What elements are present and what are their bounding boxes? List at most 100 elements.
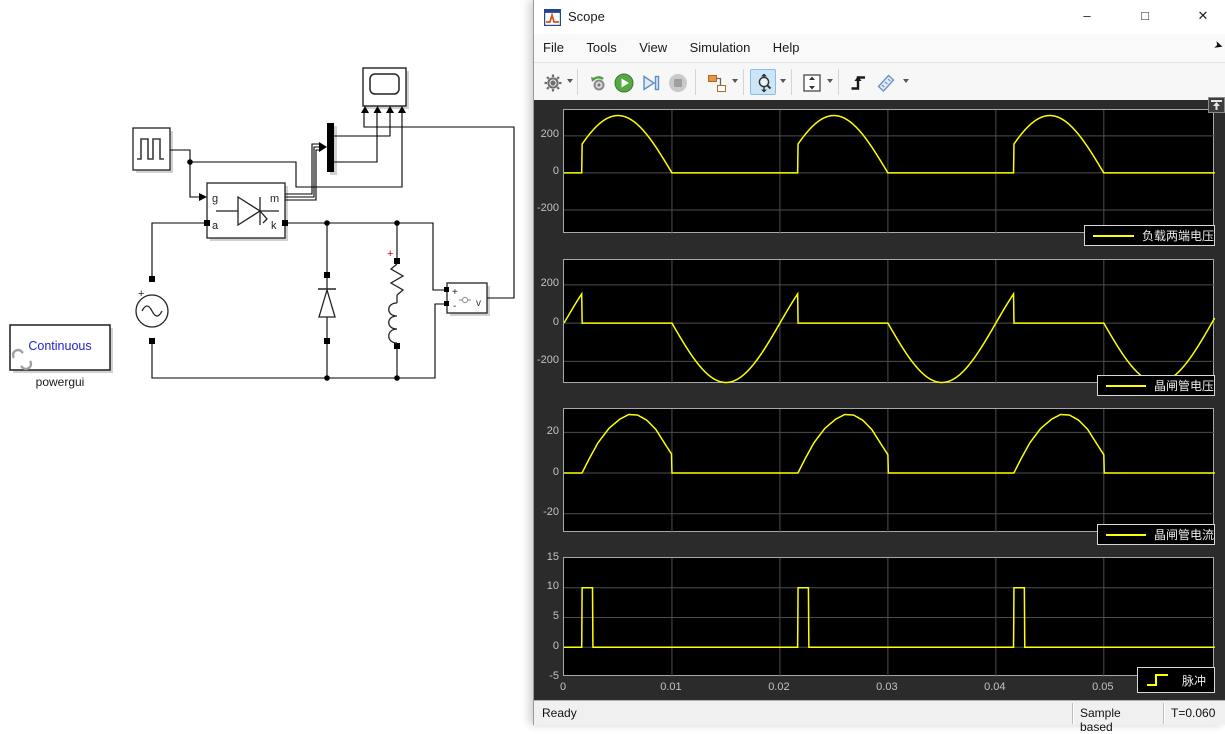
rl-plus-label: + <box>387 248 393 260</box>
rl-port-top <box>394 258 400 264</box>
trace-thyristor-current <box>564 413 1215 474</box>
thyristor-block[interactable]: g m a k <box>204 182 288 239</box>
hoist-button[interactable] <box>1208 97 1225 113</box>
menu-help[interactable]: Help <box>764 34 809 60</box>
port-label-g: g <box>212 193 218 205</box>
ac-voltage-source-block[interactable]: + <box>135 276 169 344</box>
diode-port-top <box>324 272 330 278</box>
wire-demux-out1 <box>334 113 391 137</box>
menu-view[interactable]: View <box>630 34 676 60</box>
measurements-caret[interactable] <box>903 79 909 83</box>
legend-text: 脉冲 <box>1182 673 1207 688</box>
gear-icon <box>544 74 562 92</box>
legend-thyristor-current: 晶闸管电流 <box>1097 524 1215 545</box>
demux-input-arrow <box>319 142 327 152</box>
source-port-bottom <box>149 338 155 344</box>
status-bar: Ready Sample based T=0.060 <box>534 700 1225 734</box>
y-tick-label: 10 <box>546 580 559 593</box>
x-tick-label: 0.02 <box>768 681 790 693</box>
y-tick-label: 15 <box>546 550 559 563</box>
y-tick-label: -20 <box>543 506 559 519</box>
close-button[interactable]: ✕ <box>1180 0 1225 32</box>
run-button[interactable] <box>610 69 636 95</box>
scope-plot-area: 负载两端电压 晶闸管电压 晶闸管电流 脉冲 200 0 -200 200 0 -200 20… <box>534 97 1225 700</box>
wire-cathode-rail <box>288 222 444 291</box>
waveform-load-voltage <box>564 110 1215 234</box>
stop-icon <box>669 74 687 92</box>
legend-thyristor-voltage: 晶闸管电压 <box>1097 375 1215 396</box>
y-tick-label: -200 <box>536 202 559 215</box>
zoom-y-icon <box>758 73 772 93</box>
stop-button[interactable] <box>664 69 690 95</box>
wire-demux-out2 <box>334 113 378 163</box>
menu-file[interactable]: File <box>534 34 573 60</box>
plot-load-voltage[interactable] <box>563 109 1215 234</box>
legend-line-sample <box>1106 533 1146 536</box>
legend-text: 晶闸管电压 <box>1153 379 1214 393</box>
diode-triangle <box>318 287 336 318</box>
trace-thyristor-voltage <box>564 291 1215 384</box>
signal-selector-button[interactable] <box>703 69 729 95</box>
demux-block[interactable] <box>327 123 334 172</box>
port-label-k: k <box>271 220 277 232</box>
y-tick-label: 0 <box>552 165 559 178</box>
trigger-icon <box>851 76 865 90</box>
status-sample-mode: Sample based <box>1072 703 1160 734</box>
legend-line-sample <box>1106 384 1146 387</box>
wire-pulse-to-scope <box>190 113 403 188</box>
settings-gear-button[interactable] <box>539 69 565 95</box>
signal-selector-icon <box>708 75 726 92</box>
pulse-generator-block[interactable] <box>132 127 171 171</box>
source-port-top <box>149 276 155 282</box>
step-forward-button[interactable] <box>637 69 663 95</box>
rl-load-block[interactable]: + <box>387 248 405 349</box>
plot-gate-pulse[interactable] <box>563 557 1215 677</box>
fit-to-view-icon <box>803 74 821 92</box>
window-title: Scope <box>568 9 605 24</box>
menu-tools[interactable]: Tools <box>577 34 625 60</box>
menu-bar: File Tools View Simulation Help ➤ <box>534 34 1225 62</box>
plot-thyristor-voltage[interactable] <box>563 259 1215 384</box>
y-tick-label: 200 <box>540 277 559 290</box>
signal-selector-caret[interactable] <box>732 79 738 83</box>
x-tick-label: 0 <box>559 681 567 693</box>
simulation-settings-button[interactable] <box>584 69 610 95</box>
wire-vmeas-to-scope <box>363 113 515 299</box>
legend-stair-sample <box>1147 674 1168 686</box>
vmeas-plus: + <box>452 287 458 298</box>
powergui-mode-text: Continuous <box>28 339 91 353</box>
scope-screen-icon <box>369 73 400 95</box>
x-tick-label: 0.03 <box>876 681 898 693</box>
overflow-arrow-icon[interactable]: ➤ <box>1212 38 1225 53</box>
voltage-measurement-block[interactable]: + - v <box>444 282 488 314</box>
step-forward-icon <box>643 75 660 91</box>
menu-simulation[interactable]: Simulation <box>681 34 760 60</box>
legend-text: 晶闸管电流 <box>1153 528 1214 542</box>
y-tick-label: -200 <box>536 353 559 366</box>
zoom-dropdown-caret[interactable] <box>780 79 786 83</box>
legend-gate-pulse: 脉冲 <box>1137 667 1215 693</box>
gate-input-arrow <box>199 193 207 201</box>
y-tick-label: 20 <box>546 424 559 437</box>
x-tick-label: 0.04 <box>984 681 1006 693</box>
fit-dropdown-caret[interactable] <box>827 79 833 83</box>
source-plus-label: + <box>138 288 144 300</box>
fit-to-view-button[interactable] <box>798 69 824 95</box>
scope-block[interactable] <box>361 67 407 113</box>
legend-load-voltage: 负载两端电压 <box>1084 225 1215 246</box>
trigger-button[interactable] <box>845 69 871 95</box>
minimize-button[interactable]: – <box>1064 0 1110 32</box>
hoist-arrow-icon <box>1211 100 1222 110</box>
legend-text: 负载两端电压 <box>1141 229 1214 243</box>
zoom-y-button[interactable] <box>750 69 776 95</box>
powergui-block[interactable]: Continuous powergui <box>9 324 111 389</box>
waveform-gate-pulse <box>564 558 1215 677</box>
vmeas-v-label: v <box>476 298 481 309</box>
maximize-button[interactable]: □ <box>1122 0 1168 32</box>
circuit-diagram: g m a k + + + - v Continuous powergui <box>9 67 515 389</box>
vmeas-port-plus <box>444 287 449 292</box>
title-bar: Scope – □ ✕ <box>534 0 1225 34</box>
measurements-button[interactable] <box>872 69 898 95</box>
settings-dropdown-caret[interactable] <box>567 79 573 83</box>
plot-thyristor-current[interactable] <box>563 408 1215 533</box>
